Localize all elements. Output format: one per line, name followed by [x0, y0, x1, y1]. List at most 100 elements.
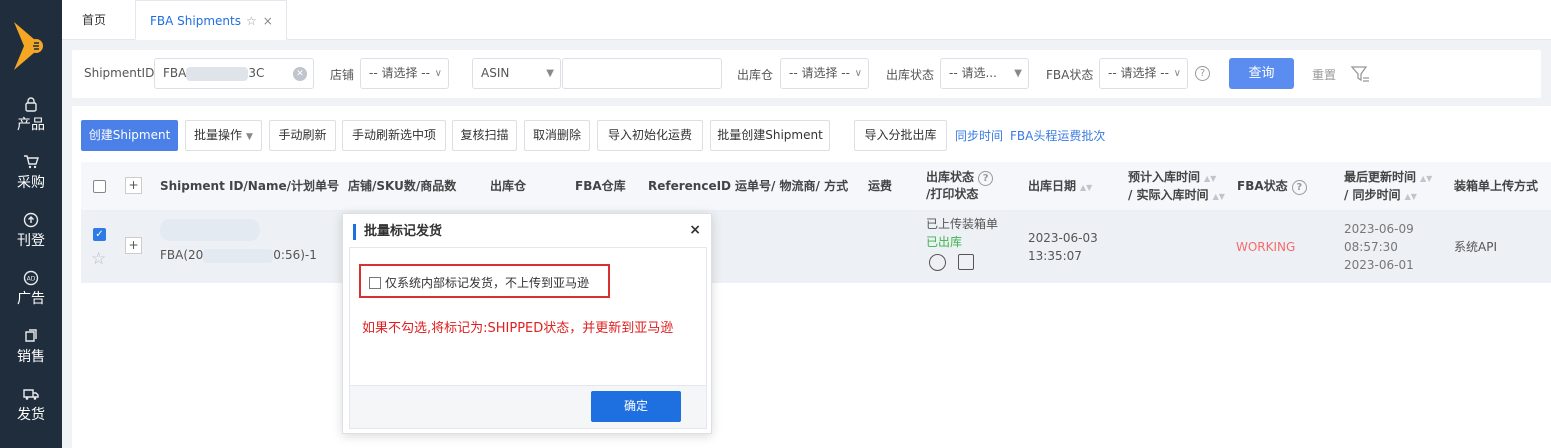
- circle-icon[interactable]: [929, 254, 946, 271]
- query-button[interactable]: 查询: [1229, 58, 1294, 89]
- sort-icon[interactable]: ▲▼: [1080, 183, 1092, 192]
- reset-button[interactable]: 重置: [1312, 66, 1336, 83]
- updated-time: 08:57:30: [1344, 240, 1398, 254]
- confirm-button[interactable]: 确定: [591, 391, 681, 422]
- filter-icon[interactable]: [1350, 64, 1370, 87]
- modal-body: 仅系统内部标记发货，不上传到亚马逊 如果不勾选,将标记为:SHIPPED状态，并…: [349, 247, 707, 386]
- help-icon[interactable]: ?: [978, 171, 994, 186]
- asin-type-select[interactable]: ASIN ▼: [472, 58, 561, 89]
- modal-footer: 确定: [349, 386, 707, 429]
- sidebar-item-sales[interactable]: 销售: [0, 328, 62, 384]
- expand-row-button[interactable]: +: [125, 237, 142, 254]
- fba-status-value: WORKING: [1236, 240, 1296, 254]
- sync-time-link[interactable]: 同步时间: [955, 127, 1003, 144]
- internal-only-option[interactable]: 仅系统内部标记发货，不上传到亚马逊: [359, 264, 610, 298]
- store-select[interactable]: -- 请选择 -- ∨: [360, 58, 449, 89]
- outbound-status-label: 出库状态: [886, 68, 935, 82]
- col-out-status: 出库状态 ?/打印状态: [926, 169, 994, 203]
- internal-only-checkbox[interactable]: [369, 277, 381, 289]
- fba-status-select[interactable]: -- 请选择 -- ∨: [1099, 58, 1188, 89]
- chevron-down-icon: ∨: [854, 68, 862, 79]
- asin-input[interactable]: [562, 58, 722, 89]
- close-icon[interactable]: ×: [263, 14, 273, 28]
- manual-refresh-button[interactable]: 手动刷新: [269, 120, 336, 151]
- sidebar-item-purchase[interactable]: 采购: [0, 154, 62, 210]
- redacted-text: [186, 66, 249, 81]
- truck-icon: [0, 386, 62, 406]
- col-fba-warehouse: FBA仓库: [575, 179, 626, 193]
- cart-icon: [0, 154, 62, 174]
- sidebar-item-ads[interactable]: AD 广告: [0, 270, 62, 326]
- col-freight: 运费: [868, 179, 893, 193]
- warehouse-label: 出库仓: [737, 68, 774, 82]
- ad-icon: AD: [0, 270, 62, 290]
- cancel-delete-button[interactable]: 取消删除: [524, 120, 590, 151]
- table-row[interactable]: ✓ + ☆ FBA(20 0:56)-1 已上传装箱单 已出库 2023-06-0…: [81, 211, 1551, 283]
- sidebar-item-shipping[interactable]: 发货: [0, 386, 62, 442]
- col-fba-status: FBA状态 ?: [1237, 178, 1307, 195]
- modal-title: 批量标记发货: [353, 224, 442, 240]
- sort-icon[interactable]: ▲▼: [1213, 192, 1225, 201]
- batch-ops-button[interactable]: 批量操作 ▼: [185, 120, 262, 151]
- redacted-text: [160, 219, 260, 241]
- fba-freight-batch-link[interactable]: FBA头程运费批次: [1010, 127, 1105, 144]
- col-eta: 预计入库时间 ▲▼ / 实际入库时间 ▲▼: [1128, 170, 1225, 202]
- star-icon[interactable]: ☆: [91, 249, 106, 269]
- tab-home[interactable]: 首页: [82, 0, 106, 40]
- out-time: 13:35:07: [1028, 249, 1082, 263]
- sales-icon: [0, 328, 62, 348]
- col-upload-method: 装箱单上传方式: [1454, 179, 1539, 193]
- help-icon[interactable]: ?: [1291, 180, 1307, 195]
- square-icon[interactable]: [958, 254, 974, 270]
- col-store-sku: 店铺/SKU数/商品数: [348, 179, 457, 193]
- expand-all-button[interactable]: +: [125, 177, 142, 194]
- refresh-selected-button[interactable]: 手动刷新选中项: [342, 120, 446, 151]
- close-icon[interactable]: ×: [689, 222, 701, 238]
- box-upload-status: 已上传装箱单: [926, 217, 999, 231]
- warehouse-select[interactable]: -- 请选择 -- ∨: [780, 58, 869, 89]
- star-icon[interactable]: ☆: [246, 14, 257, 28]
- table-header: + Shipment ID/Name/计划单号 店铺/SKU数/商品数 出库仓 …: [81, 162, 1551, 211]
- help-icon[interactable]: ?: [1195, 66, 1210, 81]
- sort-icon[interactable]: ▲▼: [1405, 192, 1417, 201]
- shipment-id-input[interactable]: FBA 3C ✕: [154, 58, 314, 89]
- import-freight-button[interactable]: 导入初始化运费: [597, 120, 703, 151]
- shipment-name: FBA(20 0:56)-1: [160, 248, 317, 263]
- shipment-id-label: ShipmentID: [84, 66, 155, 80]
- sidebar: 产品 采购 刊登 AD 广告 销售 发货: [0, 0, 62, 448]
- outbound-status-select[interactable]: -- 请选... ▼: [940, 58, 1029, 89]
- logo-icon[interactable]: [12, 20, 48, 75]
- tab-fba-shipments[interactable]: FBA Shipments ☆ ×: [135, 0, 287, 40]
- sort-icon[interactable]: ▲▼: [1204, 174, 1216, 183]
- batch-ship-modal: 批量标记发货 × 仅系统内部标记发货，不上传到亚马逊 如果不勾选,将标记为:SH…: [342, 213, 712, 434]
- sort-icon[interactable]: ▲▼: [1420, 174, 1432, 183]
- col-shipment: Shipment ID/Name/计划单号: [160, 179, 339, 193]
- out-date: 2023-06-03: [1028, 231, 1098, 245]
- caret-down-icon: ▼: [1014, 68, 1022, 79]
- main-panel: 创建Shipment 批量操作 ▼ 手动刷新 手动刷新选中项 复核扫描 取消删除 …: [72, 106, 1551, 448]
- select-all-checkbox[interactable]: [93, 180, 106, 193]
- lock-icon: [0, 96, 62, 116]
- row-checkbox[interactable]: ✓: [93, 228, 106, 241]
- fba-status-label: FBA状态: [1046, 68, 1094, 82]
- batch-create-button[interactable]: 批量创建Shipment: [710, 120, 830, 151]
- caret-down-icon: ▼: [546, 68, 554, 79]
- chevron-down-icon: ∨: [1173, 68, 1181, 79]
- sidebar-item-listing[interactable]: 刊登: [0, 212, 62, 268]
- upload-icon: [0, 212, 62, 232]
- col-tracking: 运单号/ 物流商/ 方式: [735, 179, 849, 193]
- create-shipment-button[interactable]: 创建Shipment: [81, 120, 178, 151]
- warning-text: 如果不勾选,将标记为:SHIPPED状态，并更新到亚马逊: [362, 321, 674, 336]
- col-warehouse: 出库仓: [490, 179, 527, 193]
- caret-down-icon: ▼: [246, 132, 253, 142]
- recheck-scan-button[interactable]: 复核扫描: [452, 120, 517, 151]
- redacted-text: [203, 248, 274, 263]
- clear-icon[interactable]: ✕: [293, 67, 307, 81]
- sidebar-item-products[interactable]: 产品: [0, 96, 62, 152]
- updated-date: 2023-06-09: [1344, 222, 1414, 236]
- import-batch-out-button[interactable]: 导入分批出库: [854, 120, 947, 151]
- col-updated: 最后更新时间 ▲▼ / 同步时间 ▲▼: [1344, 170, 1433, 202]
- filter-bar: ShipmentID FBA 3C ✕ 店铺 -- 请选择 -- ∨ ASIN ▼ 出…: [72, 50, 1541, 98]
- sync-date: 2023-06-01: [1344, 258, 1414, 272]
- chevron-down-icon: ∨: [434, 68, 442, 79]
